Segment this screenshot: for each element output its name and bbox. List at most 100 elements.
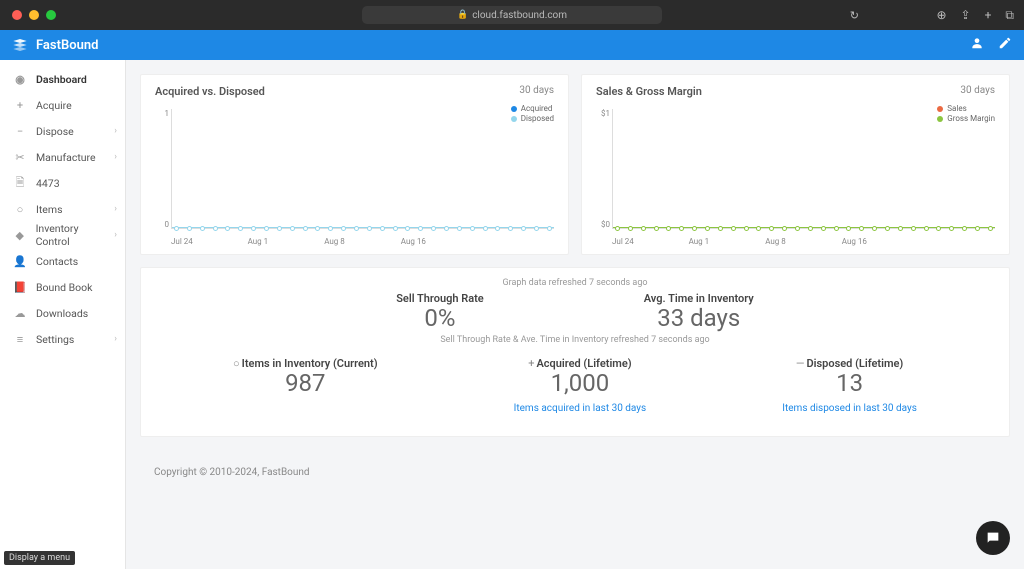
app-root: FastBound ◉Dashboard+Acquire−Dispose›✂Ma…	[0, 30, 1024, 569]
maximize-window-button[interactable]	[46, 10, 56, 20]
disposed-link[interactable]: Items disposed in last 30 days	[782, 403, 917, 414]
edit-icon[interactable]	[998, 36, 1012, 54]
plot-area	[171, 109, 554, 229]
sidebar-item-manufacture[interactable]: ✂Manufacture›	[0, 144, 125, 170]
x-tick: Aug 16	[401, 237, 478, 246]
data-point	[808, 226, 813, 231]
new-tab-icon[interactable]: +	[985, 8, 992, 22]
data-point	[290, 226, 295, 231]
sidebar-item-label: Acquire	[36, 99, 72, 112]
data-point	[380, 226, 385, 231]
url-text: cloud.fastbound.com	[472, 10, 567, 21]
data-point	[547, 226, 552, 231]
sidebar-item-acquire[interactable]: +Acquire	[0, 92, 125, 118]
stat-avg-time: Avg. Time in Inventory 33 days	[644, 292, 754, 331]
sidebar-item-label: Items	[36, 203, 63, 216]
minimize-window-button[interactable]	[29, 10, 39, 20]
sidebar-item-4473[interactable]: 🗎4473	[0, 170, 125, 196]
sidebar-item-items[interactable]: ○Items›	[0, 196, 125, 222]
sidebar-item-dashboard[interactable]: ◉Dashboard	[0, 66, 125, 92]
data-point	[666, 226, 671, 231]
data-point	[962, 226, 967, 231]
sidebar-icon: ✂	[12, 151, 28, 164]
footer-copyright: Copyright © 2010-2024, FastBound	[140, 437, 1010, 488]
sidebar-icon: ◆	[12, 229, 28, 242]
download-icon[interactable]: ⊕	[936, 8, 946, 22]
data-point	[795, 226, 800, 231]
sidebar-icon: ≡	[12, 333, 28, 346]
data-point	[641, 226, 646, 231]
y-tick: $0	[596, 220, 610, 229]
chart-range: 30 days	[960, 85, 995, 98]
stat-disposed: —Disposed (Lifetime) 13 Items disposed i…	[782, 357, 917, 413]
lock-icon: 🔒	[457, 10, 468, 20]
data-point	[924, 226, 929, 231]
address-bar[interactable]: 🔒 cloud.fastbound.com	[362, 6, 662, 24]
browser-chrome: 🔒 cloud.fastbound.com ↻ ⊕ ⇪ + ⧉	[0, 0, 1024, 30]
sidebar-item-label: Contacts	[36, 255, 78, 268]
sidebar-item-settings[interactable]: ≡ Settings ›	[0, 326, 125, 352]
sidebar-icon: 📕	[12, 281, 28, 294]
rates-refresh-text: Sell Through Rate & Ave. Time in Invento…	[165, 335, 985, 345]
data-point	[225, 226, 230, 231]
data-point	[213, 226, 218, 231]
data-point	[679, 226, 684, 231]
data-point	[949, 226, 954, 231]
sidebar-item-label: Bound Book	[36, 281, 92, 294]
chart-title: Acquired vs. Disposed	[155, 85, 265, 98]
data-series	[613, 226, 995, 231]
data-point	[431, 226, 436, 231]
data-point	[303, 226, 308, 231]
y-tick: 0	[155, 220, 169, 229]
sidebar-item-inventory-control[interactable]: ◆Inventory Control›	[0, 222, 125, 248]
x-tick: Aug 16	[842, 237, 919, 246]
sidebar-item-downloads[interactable]: ☁ Downloads	[0, 300, 125, 326]
chevron-right-icon: ›	[114, 230, 117, 240]
x-tick: Aug 1	[689, 237, 766, 246]
tabs-icon[interactable]: ⧉	[1005, 8, 1014, 23]
x-tick: Aug 8	[765, 237, 842, 246]
sidebar-icon: ☁	[12, 307, 28, 320]
user-icon[interactable]	[970, 36, 984, 54]
app-topbar: FastBound	[0, 30, 1024, 60]
chart-card-acquired-disposed: Acquired vs. Disposed 30 days AcquiredDi…	[140, 74, 569, 255]
sidebar-icon: 🗎	[12, 174, 28, 193]
sidebar-item-contacts[interactable]: 👤Contacts	[0, 248, 125, 274]
data-point	[654, 226, 659, 231]
data-point	[859, 226, 864, 231]
sidebar-item-label: Downloads	[36, 307, 88, 320]
data-point	[911, 226, 916, 231]
plot-area	[612, 109, 995, 229]
data-point	[508, 226, 513, 231]
stats-card: Graph data refreshed 7 seconds ago Sell …	[140, 267, 1010, 437]
sidebar-icon: ○	[12, 203, 28, 216]
chevron-right-icon: ›	[114, 334, 117, 344]
stat-value: 987	[233, 370, 378, 396]
acquired-link[interactable]: Items acquired in last 30 days	[514, 403, 647, 414]
sidebar-item-label: Settings	[36, 333, 74, 346]
brand[interactable]: FastBound	[12, 37, 98, 53]
data-point	[354, 226, 359, 231]
close-window-button[interactable]	[12, 10, 22, 20]
minus-icon: —	[796, 357, 805, 370]
stat-value: 13	[782, 370, 917, 396]
sidebar-item-bound-book[interactable]: 📕 Bound Book	[0, 274, 125, 300]
data-point	[534, 226, 539, 231]
stat-sell-through: Sell Through Rate 0%	[396, 292, 484, 331]
chevron-right-icon: ›	[114, 152, 117, 162]
stat-value: 33 days	[644, 305, 754, 331]
data-series	[172, 226, 554, 231]
main-content: Acquired vs. Disposed 30 days AcquiredDi…	[126, 60, 1024, 569]
data-point	[341, 226, 346, 231]
y-tick: 1	[155, 109, 169, 118]
reload-icon[interactable]: ↻	[850, 9, 859, 22]
data-point	[495, 226, 500, 231]
chat-button[interactable]	[976, 521, 1010, 555]
traffic-lights	[12, 10, 56, 20]
sidebar-item-dispose[interactable]: −Dispose›	[0, 118, 125, 144]
sidebar-icon: ◉	[12, 73, 28, 86]
stat-value: 0%	[396, 305, 484, 331]
y-tick: $1	[596, 109, 610, 118]
share-icon[interactable]: ⇪	[961, 8, 971, 22]
data-point	[628, 226, 633, 231]
